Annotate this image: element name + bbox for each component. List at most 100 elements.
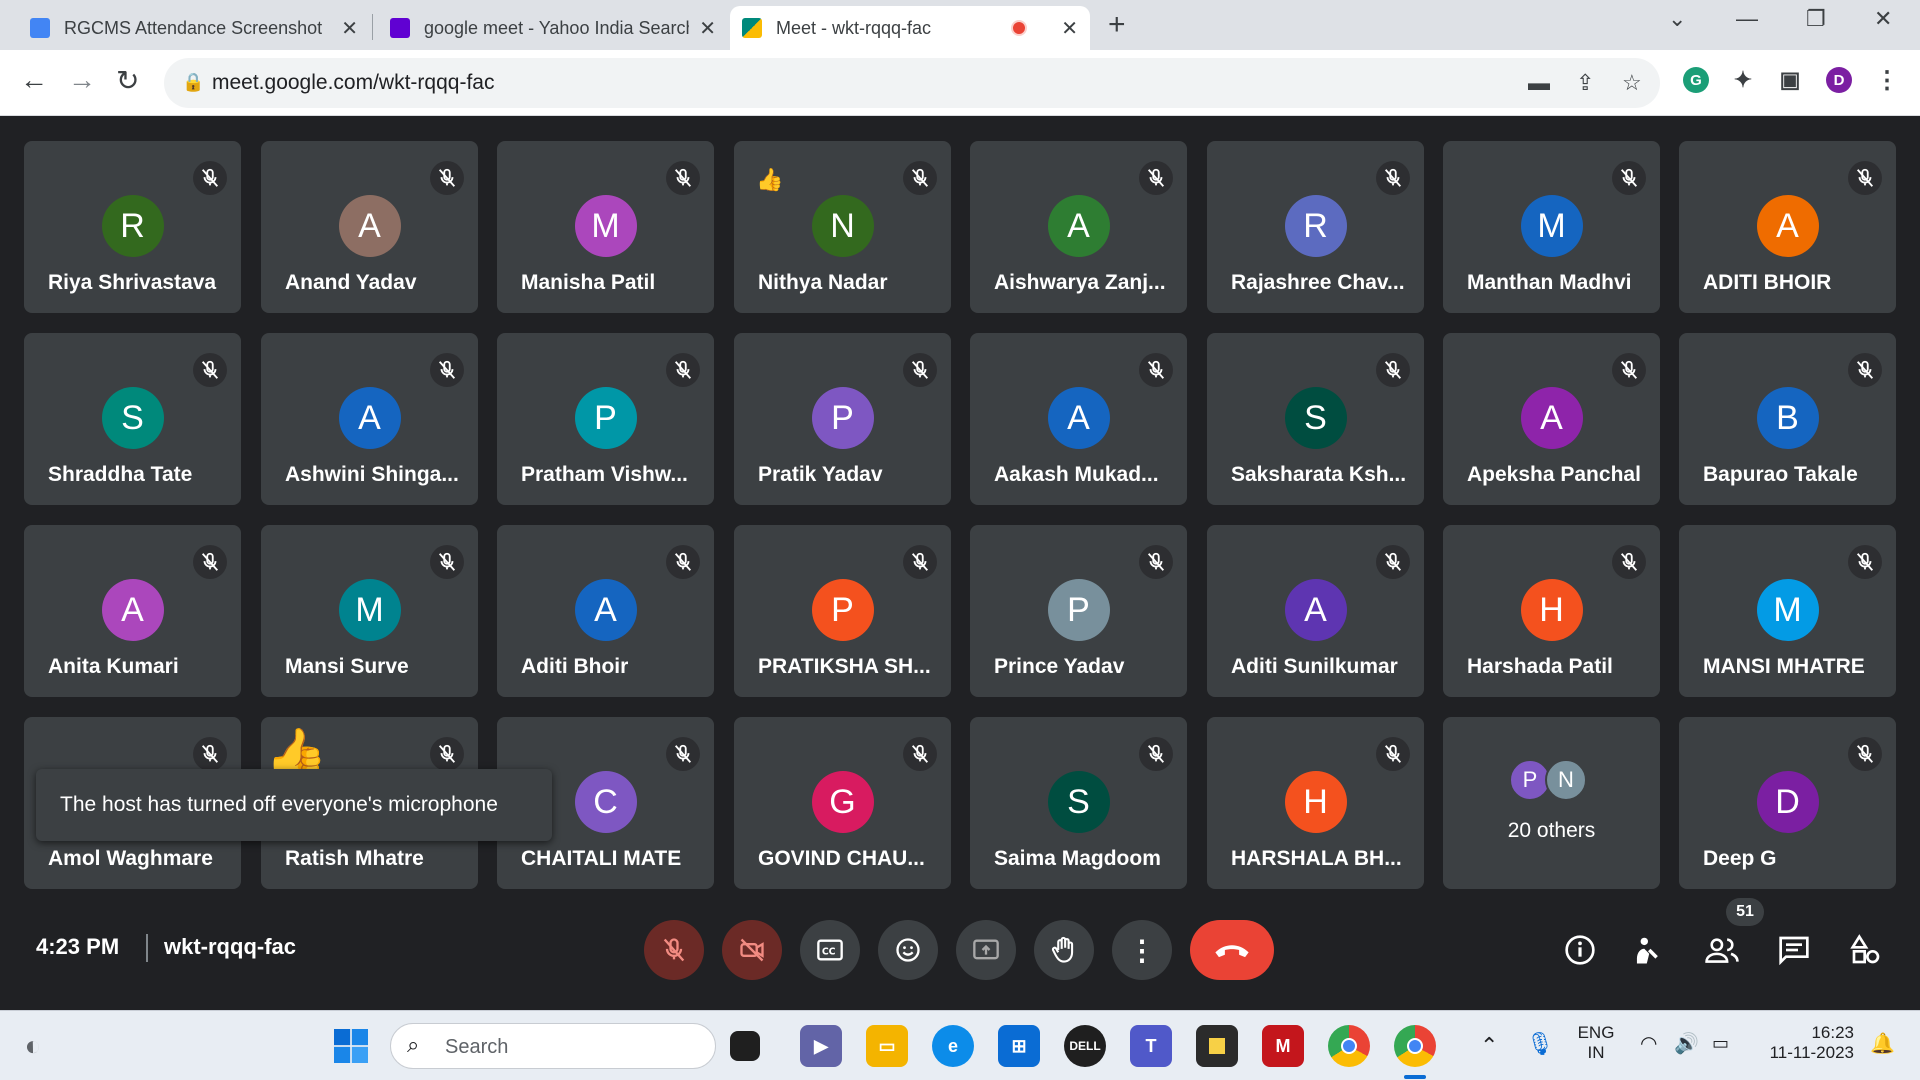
microsoft-store-icon[interactable]: ⊞	[998, 1025, 1040, 1067]
dell-icon[interactable]: DELL	[1064, 1025, 1106, 1067]
chrome-icon[interactable]	[1328, 1025, 1370, 1067]
teams-icon[interactable]: T	[1130, 1025, 1172, 1067]
camera-toggle-button[interactable]	[722, 920, 782, 980]
participant-tile[interactable]: R Riya Shrivastava	[24, 141, 241, 313]
raise-hand-button[interactable]	[1034, 920, 1094, 980]
window-close-icon[interactable]: ✕	[1874, 6, 1892, 32]
side-panel-icon[interactable]: ▣	[1777, 67, 1803, 93]
participant-tile[interactable]: A Aditi Bhoir	[497, 525, 714, 697]
battery-icon[interactable]: ▭	[1712, 1033, 1729, 1054]
avatar: S	[1284, 387, 1347, 449]
participant-tile[interactable]: A Anand Yadav	[261, 141, 478, 313]
share-icon[interactable]: ⇪	[1576, 70, 1594, 96]
url-text[interactable]: meet.google.com/wkt-rqqq-fac	[212, 71, 494, 95]
participant-tile[interactable]: G GOVIND CHAU...	[734, 717, 951, 889]
participant-tile[interactable]: P Pratik Yadav	[734, 333, 951, 505]
participant-tile[interactable]: M MANSI MHATRE	[1679, 525, 1896, 697]
taskbar-search-box[interactable]: ⌕ Search	[390, 1023, 716, 1069]
tab-search-icon[interactable]: ⌄	[1668, 6, 1686, 32]
participant-tile[interactable]: H Harshada Patil	[1443, 525, 1660, 697]
tab-rgcms-attendance[interactable]: RGCMS Attendance Screenshot ✕	[18, 6, 370, 50]
grammarly-extension-icon[interactable]: G	[1683, 67, 1709, 93]
restore-icon[interactable]: ❐	[1806, 6, 1826, 32]
chevron-up-icon[interactable]: ⌃	[1480, 1033, 1498, 1059]
captions-button[interactable]: CC	[800, 920, 860, 980]
mcafee-icon[interactable]: M	[1262, 1025, 1304, 1067]
participant-tile[interactable]: A ADITI BHOIR	[1679, 141, 1896, 313]
participant-tile[interactable]: S Saima Magdoom	[970, 717, 1187, 889]
microphone-in-use-icon[interactable]: 🎙	[1526, 1031, 1554, 1057]
notification-bell-icon[interactable]: 🔔	[1870, 1031, 1895, 1056]
participant-tile[interactable]: M Mansi Surve	[261, 525, 478, 697]
tab-yahoo-search[interactable]: google meet - Yahoo India Search ✕	[378, 6, 728, 50]
participant-tile[interactable]: A Aishwarya Zanj...	[970, 141, 1187, 313]
minimize-icon[interactable]: —	[1736, 6, 1758, 32]
participant-tile[interactable]: M Manthan Madhvi	[1443, 141, 1660, 313]
teams-chat-icon[interactable]: ▶	[800, 1025, 842, 1067]
mic-off-icon	[430, 353, 464, 387]
participant-name: Aditi Sunilkumar	[1231, 655, 1398, 678]
file-explorer-icon[interactable]: ▭	[866, 1025, 908, 1067]
forward-icon[interactable]: →	[68, 64, 96, 96]
people-button[interactable]	[1700, 928, 1744, 972]
participant-tile[interactable]: P PRATIKSHA SH...	[734, 525, 951, 697]
wifi-icon[interactable]: ◠	[1640, 1031, 1657, 1056]
participant-tile[interactable]: D Deep G	[1679, 717, 1896, 889]
back-icon[interactable]: ←	[20, 64, 48, 96]
active-app-indicator	[1404, 1075, 1426, 1079]
lock-icon[interactable]: 🔒	[182, 72, 204, 93]
sticky-notes-icon[interactable]	[1196, 1025, 1238, 1067]
close-icon[interactable]: ✕	[1061, 16, 1078, 41]
meet-icon	[742, 18, 762, 38]
extensions-icon[interactable]: ✦	[1730, 67, 1756, 93]
reactions-button[interactable]	[878, 920, 938, 980]
avatar: A	[1756, 195, 1819, 257]
tab-title: google meet - Yahoo India Search	[424, 17, 690, 38]
participant-tile[interactable]: A Anita Kumari	[24, 525, 241, 697]
others-tile[interactable]: P N 20 others	[1443, 717, 1660, 889]
reload-icon[interactable]: ↻	[116, 64, 139, 97]
camera-icon[interactable]: ▬	[1528, 70, 1550, 96]
avatar: A	[574, 579, 637, 641]
participant-tile[interactable]: N 👍 Nithya Nadar	[734, 141, 951, 313]
participant-tile[interactable]: P Pratham Vishw...	[497, 333, 714, 505]
participant-tile[interactable]: A Apeksha Panchal	[1443, 333, 1660, 505]
chrome-profile-icon[interactable]	[1394, 1025, 1436, 1067]
participant-name: Nithya Nadar	[758, 271, 888, 294]
present-screen-button[interactable]	[956, 920, 1016, 980]
participant-tile[interactable]: S Saksharata Ksh...	[1207, 333, 1424, 505]
language-indicator[interactable]: ENG IN	[1576, 1023, 1616, 1063]
participant-tile[interactable]: A Aakash Mukad...	[970, 333, 1187, 505]
host-controls-button[interactable]	[1626, 928, 1670, 972]
participant-tile[interactable]: B Bapurao Takale	[1679, 333, 1896, 505]
weather-widget-icon[interactable]: ◐	[12, 1025, 54, 1067]
tab-meet[interactable]: Meet - wkt-rqqq-fac ✕	[730, 6, 1090, 50]
leave-call-button[interactable]	[1190, 920, 1274, 980]
participant-tile[interactable]: A Aditi Sunilkumar	[1207, 525, 1424, 697]
mic-off-icon	[903, 353, 937, 387]
participant-tile[interactable]: A Ashwini Shinga...	[261, 333, 478, 505]
more-options-button[interactable]: ⋮	[1112, 920, 1172, 980]
meeting-details-button[interactable]	[1558, 928, 1602, 972]
address-bar[interactable]: 🔒 meet.google.com/wkt-rqqq-fac ▬ ⇪ ☆	[164, 58, 1660, 108]
close-icon[interactable]: ✕	[699, 16, 716, 41]
menu-icon[interactable]: ⋮	[1874, 67, 1900, 94]
participant-tile[interactable]: R Rajashree Chav...	[1207, 141, 1424, 313]
edge-icon[interactable]: e	[932, 1025, 974, 1067]
start-button[interactable]	[330, 1025, 372, 1067]
clock[interactable]: 16:23 11-11-2023	[1758, 1023, 1854, 1063]
thumbs-up-icon: 👍	[756, 167, 784, 192]
chat-button[interactable]	[1772, 928, 1816, 972]
microphone-toggle-button[interactable]	[644, 920, 704, 980]
task-view-icon[interactable]	[730, 1031, 760, 1061]
participant-tile[interactable]: P Prince Yadav	[970, 525, 1187, 697]
close-icon[interactable]: ✕	[341, 16, 358, 41]
participant-tile[interactable]: S Shraddha Tate	[24, 333, 241, 505]
participant-tile[interactable]: M Manisha Patil	[497, 141, 714, 313]
new-tab-button[interactable]: +	[1108, 8, 1126, 42]
participant-tile[interactable]: H HARSHALA BH...	[1207, 717, 1424, 889]
profile-avatar[interactable]: D	[1826, 67, 1852, 93]
volume-icon[interactable]: 🔊	[1674, 1031, 1699, 1056]
activities-button[interactable]	[1844, 928, 1888, 972]
bookmark-star-icon[interactable]: ☆	[1622, 70, 1642, 96]
